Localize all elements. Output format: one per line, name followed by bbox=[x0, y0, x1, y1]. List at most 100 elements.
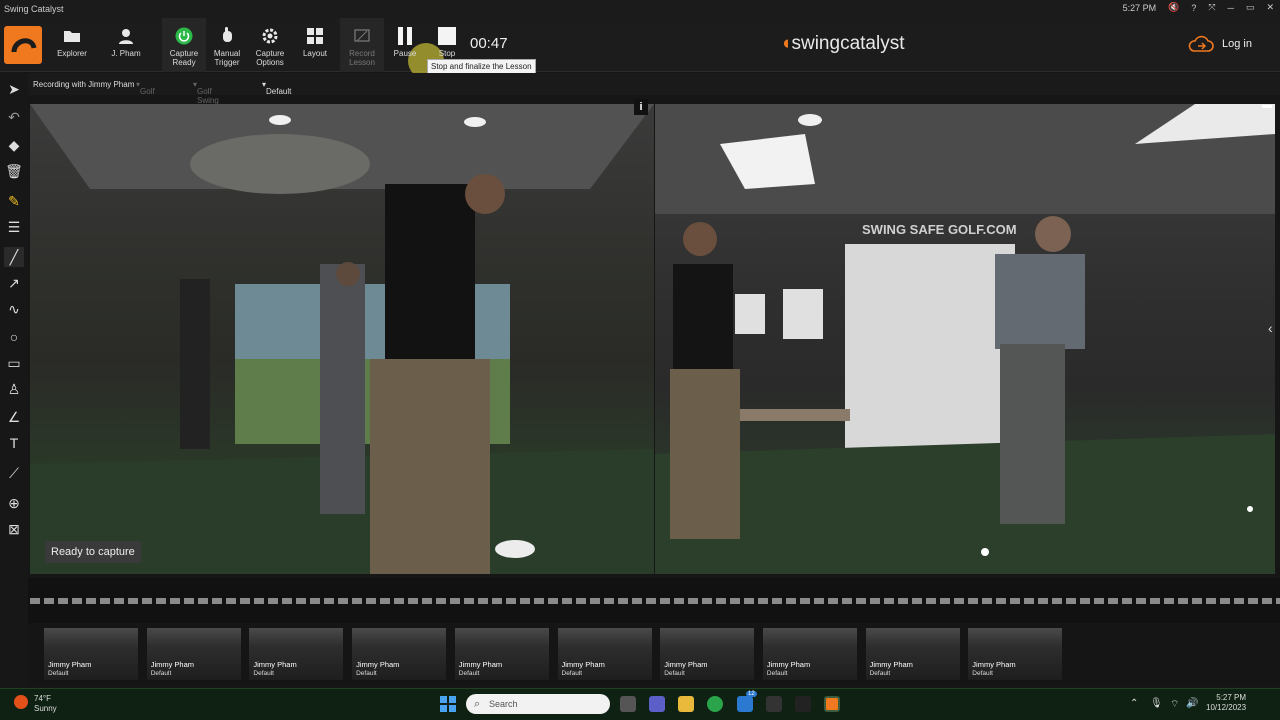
user-icon bbox=[119, 29, 133, 44]
stop-icon bbox=[438, 27, 456, 45]
chrome-icon[interactable] bbox=[707, 696, 723, 712]
taskbar-clock[interactable]: 5:27 PM 10/12/2023 bbox=[1206, 693, 1246, 713]
app-icon[interactable] bbox=[795, 696, 811, 712]
measure-tool-icon[interactable]: ⟋ bbox=[4, 463, 24, 483]
power-icon bbox=[175, 27, 193, 45]
recording-label: Recording with Jimmy Pham bbox=[33, 80, 135, 89]
pencil-icon[interactable]: ✎ bbox=[4, 191, 24, 211]
freehand-tool-icon[interactable]: ∿ bbox=[4, 299, 24, 319]
line-tool-icon[interactable]: ╱ bbox=[4, 247, 24, 267]
pause-button[interactable]: Pause bbox=[383, 18, 427, 72]
angle-tool-icon[interactable]: ∠ bbox=[4, 407, 24, 427]
camera-menu-icon[interactable]: ▬ bbox=[1262, 100, 1272, 111]
clip-name: Jimmy Pham bbox=[766, 660, 811, 669]
clip-thumbnail[interactable]: Jimmy Pham Default bbox=[44, 628, 138, 680]
clip-thumbnail[interactable]: Jimmy Pham Default bbox=[146, 628, 241, 680]
clip-layout: Default bbox=[48, 670, 69, 677]
clip-thumbnail[interactable]: Jimmy Pham Default bbox=[454, 628, 549, 680]
fullscreen-icon[interactable]: ⤧ bbox=[1208, 2, 1215, 13]
clip-layout: Default bbox=[664, 670, 685, 677]
activity-dropdown[interactable]: ▾ Golf Swing bbox=[193, 80, 219, 105]
circle-tool-icon[interactable]: ○ bbox=[4, 327, 24, 347]
record-lesson-icon bbox=[354, 29, 370, 42]
wifi-icon[interactable]: ⌔ bbox=[1170, 698, 1179, 711]
weather-sun-icon[interactable] bbox=[14, 695, 28, 709]
trash-icon[interactable]: 🗑 bbox=[4, 161, 24, 181]
mute-icon[interactable]: 🔇 bbox=[1168, 2, 1179, 13]
layout-dropdown[interactable]: ▾ Default bbox=[262, 80, 291, 96]
login-button[interactable]: Log in bbox=[1188, 34, 1252, 54]
text-tool-icon[interactable]: T bbox=[4, 433, 24, 453]
camera-view-right[interactable]: SWING SAFE GOLF.COM bbox=[655, 104, 1275, 574]
manual-trigger-button[interactable]: Manual Trigger bbox=[205, 18, 249, 72]
cloud-login-icon bbox=[1188, 35, 1214, 52]
clip-thumbnail[interactable]: Jimmy Pham Default bbox=[968, 628, 1063, 680]
teams-icon[interactable] bbox=[649, 696, 665, 712]
title-clock: 5:27 PM bbox=[1122, 2, 1157, 13]
camera-view-left[interactable] bbox=[30, 104, 654, 574]
rectangle-tool-icon[interactable]: ▭ bbox=[4, 353, 24, 373]
swing-catalyst-taskbar-icon[interactable] bbox=[824, 696, 840, 712]
info-icon[interactable]: i bbox=[634, 99, 648, 115]
volume-icon[interactable]: 🔊 bbox=[1186, 698, 1198, 709]
clip-layout: Default bbox=[869, 670, 891, 677]
gear-icon bbox=[262, 28, 278, 44]
mail-badge: 12 bbox=[746, 691, 757, 697]
maximize-button[interactable]: ▭ bbox=[1246, 2, 1255, 13]
stop-tooltip: Stop and finalize the Lesson bbox=[427, 59, 536, 74]
explorer-button[interactable]: Explorer bbox=[50, 18, 94, 72]
clip-layout: Default bbox=[458, 670, 480, 677]
task-view-icon[interactable] bbox=[620, 696, 636, 712]
clip-thumbnail[interactable]: Jimmy Pham Default bbox=[865, 628, 960, 680]
help-icon[interactable]: ? bbox=[1191, 3, 1196, 13]
capture-ready-button[interactable]: Capture Ready bbox=[162, 18, 206, 72]
clip-name: Jimmy Pham bbox=[48, 660, 92, 669]
app-logo[interactable] bbox=[4, 26, 42, 64]
clip-thumbnail[interactable]: Jimmy Pham Default bbox=[352, 628, 447, 680]
main-toolbar: Explorer J. Pham Capture Ready Manual Tr… bbox=[0, 18, 1280, 79]
weather-widget[interactable]: 74°F Sunny bbox=[34, 694, 57, 714]
grid-overlay-icon[interactable]: ⊠ bbox=[4, 519, 24, 539]
undo-icon[interactable]: ↶ bbox=[4, 107, 24, 127]
clip-name: Jimmy Pham bbox=[253, 660, 297, 669]
mic-icon[interactable]: 🎙 bbox=[1150, 698, 1163, 709]
chevron-left-icon[interactable]: ‹ bbox=[1268, 320, 1273, 336]
capture-status: Ready to capture bbox=[45, 541, 141, 563]
clip-thumbnail[interactable]: Jimmy Pham Default bbox=[557, 628, 652, 680]
user-button[interactable]: J. Pham bbox=[104, 18, 148, 72]
drawing-toolbox: ➤ ↶ ◆ 🗑 ✎ ☰ ╱ ↗ ∿ ○ ▭ ♙ ∠ T ⟋ ⊕ ⊠ bbox=[0, 73, 28, 688]
search-icon: ⌕ bbox=[474, 698, 481, 710]
sport-dropdown[interactable]: ▾ Golf bbox=[136, 80, 155, 96]
arrow-tool-icon[interactable]: ↗ bbox=[4, 273, 24, 293]
brand-swoosh-icon: ◖ bbox=[780, 33, 792, 54]
minimize-button[interactable]: ─ bbox=[1228, 3, 1234, 13]
close-button[interactable]: ✕ bbox=[1266, 2, 1274, 13]
layout-button[interactable]: Layout bbox=[293, 18, 337, 72]
zoom-icon[interactable]: ⊕ bbox=[4, 493, 24, 513]
clip-thumbnail[interactable]: Jimmy Pham Default bbox=[762, 628, 857, 680]
mail-icon[interactable] bbox=[737, 696, 753, 712]
clip-layout: Default bbox=[150, 670, 172, 677]
body-tool-icon[interactable]: ♙ bbox=[4, 379, 24, 399]
calculator-icon[interactable] bbox=[766, 696, 782, 712]
clip-name: Jimmy Pham bbox=[150, 660, 195, 669]
taskbar-search[interactable]: ⌕ Search bbox=[466, 694, 610, 714]
clip-name: Jimmy Pham bbox=[458, 660, 503, 669]
capture-options-button[interactable]: Capture Options bbox=[248, 18, 292, 72]
record-lesson-button[interactable]: Record Lesson bbox=[340, 18, 384, 72]
clip-thumbnail[interactable]: Jimmy Pham Default bbox=[660, 628, 755, 680]
pause-icon bbox=[398, 27, 412, 45]
windows-start-icon[interactable] bbox=[440, 696, 456, 712]
clip-thumbnail[interactable]: Jimmy Pham Default bbox=[249, 628, 344, 680]
wall-sign: SWING SAFE GOLF.COM bbox=[862, 222, 1017, 237]
timeline-scrubber[interactable] bbox=[30, 598, 1280, 604]
clip-layout: Default bbox=[972, 670, 993, 677]
brand-logo: ◖swingcatalyst bbox=[780, 33, 905, 54]
select-arrow-icon[interactable]: ➤ bbox=[4, 79, 24, 99]
line-width-icon[interactable]: ☰ bbox=[4, 217, 24, 237]
eraser-icon[interactable]: ◆ bbox=[4, 135, 24, 155]
clip-layout: Default bbox=[561, 670, 583, 677]
file-explorer-icon[interactable] bbox=[678, 696, 694, 712]
tray-chevron-icon[interactable]: ⌃ bbox=[1130, 698, 1138, 709]
clip-name: Jimmy Pham bbox=[664, 660, 708, 669]
